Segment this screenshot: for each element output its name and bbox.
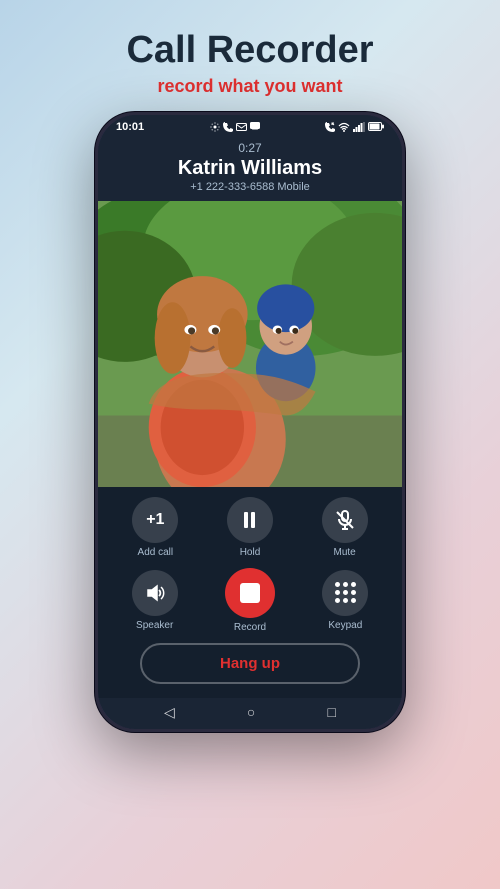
phone-icon [223, 122, 233, 132]
envelope-icon [236, 123, 247, 131]
app-title: Call Recorder [126, 30, 373, 72]
status-bar: 10:01 [98, 115, 402, 135]
wifi-icon [338, 122, 350, 132]
call-duration: 0:27 [108, 141, 392, 155]
keypad-icon [335, 582, 356, 603]
phone-frame: 10:01 [95, 112, 405, 732]
mic-off-icon [334, 509, 356, 531]
caller-number: +1 222-333-6588 Mobile [108, 181, 392, 193]
nav-home-button[interactable]: ○ [247, 704, 255, 720]
hold-label: Hold [240, 547, 261, 558]
status-left-icons [210, 122, 260, 132]
keypad-icon-circle [322, 570, 368, 616]
nav-recent-button[interactable]: □ [327, 704, 335, 720]
add-call-icon-circle: +1 [132, 497, 178, 543]
status-time: 10:01 [116, 121, 144, 133]
hangup-button[interactable]: Hang up [140, 643, 360, 684]
controls-row-1: +1 Add call Hold [108, 497, 392, 558]
mute-icon-circle [322, 497, 368, 543]
app-header: Call Recorder record what you want [106, 0, 393, 112]
nav-back-button[interactable]: ◁ [164, 704, 175, 721]
hangup-row: Hang up [108, 643, 392, 684]
hold-icon-circle [227, 497, 273, 543]
record-icon-circle [225, 568, 275, 618]
speaker-button[interactable]: Speaker [132, 570, 178, 631]
keypad-label: Keypad [328, 620, 362, 631]
call-header: 0:27 Katrin Williams +1 222-333-6588 Mob… [98, 135, 402, 201]
pause-bar-right [251, 512, 255, 528]
record-button[interactable]: Record [225, 568, 275, 633]
incoming-call-icon [325, 122, 335, 132]
caller-name: Katrin Williams [108, 157, 392, 180]
record-stop-icon [240, 583, 260, 603]
hold-button[interactable]: Hold [227, 497, 273, 558]
pause-icon [244, 512, 255, 528]
pause-bar-left [244, 512, 248, 528]
call-controls: +1 Add call Hold [98, 487, 402, 698]
battery-icon [368, 122, 384, 131]
contact-photo [98, 201, 402, 487]
mute-label: Mute [334, 547, 356, 558]
mute-button[interactable]: Mute [322, 497, 368, 558]
status-right-icons [325, 122, 384, 132]
app-subtitle: record what you want [126, 76, 373, 97]
contact-photo-svg [98, 201, 402, 487]
speaker-icon [144, 582, 166, 604]
controls-row-2: Speaker Record [108, 568, 392, 633]
nav-bar: ◁ ○ □ [98, 698, 402, 729]
record-label: Record [234, 622, 266, 633]
settings-icon [210, 122, 220, 132]
add-call-icon: +1 [146, 511, 164, 529]
add-call-label: Add call [138, 547, 174, 558]
message-icon [250, 122, 260, 131]
add-call-button[interactable]: +1 Add call [132, 497, 178, 558]
signal-icon [353, 122, 365, 132]
speaker-icon-circle [132, 570, 178, 616]
speaker-label: Speaker [136, 620, 173, 631]
keypad-button[interactable]: Keypad [322, 570, 368, 631]
phone-screen: 10:01 [98, 115, 402, 729]
